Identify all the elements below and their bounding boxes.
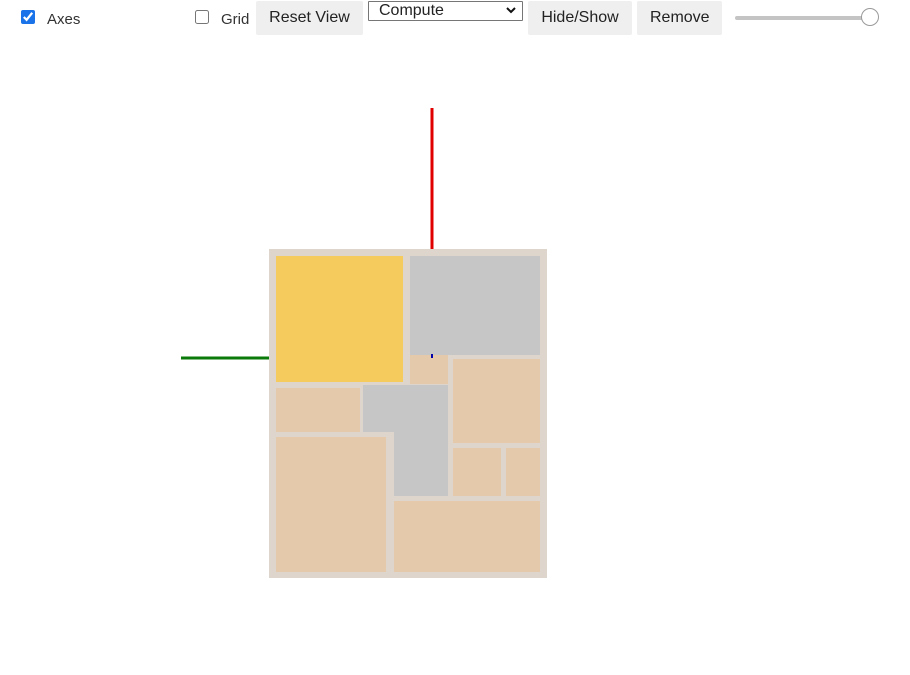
slider-thumb[interactable]	[861, 8, 879, 26]
room-highlight[interactable]	[276, 256, 403, 382]
axes-label: Axes	[47, 11, 81, 28]
mode-select-value: Compute	[379, 2, 444, 19]
toolbar: Axes Grid Reset View Compute Hide/Show R…	[0, 0, 910, 40]
room-right-small-b[interactable]	[506, 448, 540, 496]
room-right-middle[interactable]	[453, 359, 540, 443]
scene-canvas	[181, 108, 547, 578]
room-bottom-right[interactable]	[394, 501, 540, 572]
mode-select[interactable]: Compute	[368, 1, 523, 21]
3d-viewport[interactable]	[0, 40, 910, 670]
room-gray-top-right[interactable]	[410, 256, 540, 355]
grid-label: Grid	[221, 11, 250, 28]
slider-track	[735, 16, 877, 20]
room-small-connector[interactable]	[410, 355, 448, 384]
room-right-small-a[interactable]	[453, 448, 501, 496]
room-left-large[interactable]	[276, 437, 386, 572]
chevron-down-icon	[506, 7, 516, 14]
remove-button[interactable]: Remove	[637, 1, 722, 35]
opacity-slider[interactable]	[735, 8, 885, 28]
axes-checkbox[interactable]	[21, 10, 35, 24]
hide-show-button[interactable]: Hide/Show	[528, 1, 632, 35]
room-left-small[interactable]	[276, 388, 360, 432]
grid-checkbox[interactable]	[195, 10, 209, 24]
reset-view-button[interactable]: Reset View	[256, 1, 363, 35]
